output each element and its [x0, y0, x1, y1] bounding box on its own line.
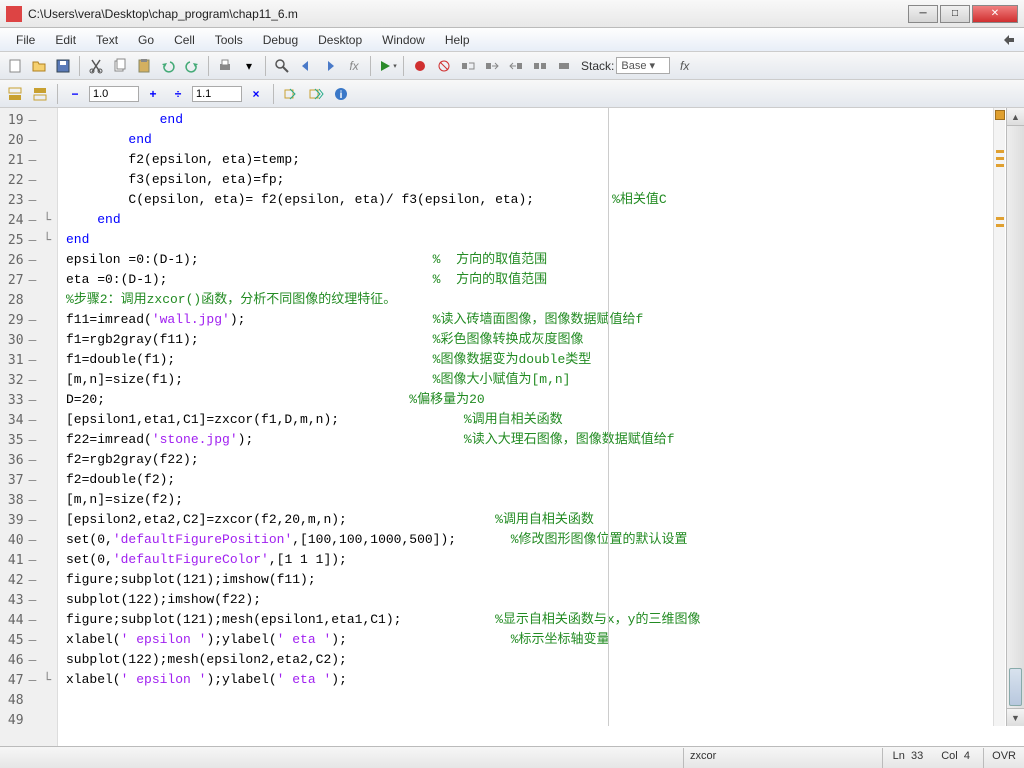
- menu-help[interactable]: Help: [437, 31, 478, 49]
- menu-edit[interactable]: Edit: [47, 31, 84, 49]
- breakpoint-clear-icon[interactable]: [433, 55, 455, 77]
- redo-icon[interactable]: [181, 55, 203, 77]
- find-icon[interactable]: [271, 55, 293, 77]
- status-ovr: OVR: [983, 748, 1024, 768]
- save-icon[interactable]: [52, 55, 74, 77]
- menu-cell[interactable]: Cell: [166, 31, 203, 49]
- open-icon[interactable]: [28, 55, 50, 77]
- titlebar: C:\Users\vera\Desktop\chap_program\chap1…: [0, 0, 1024, 28]
- status-function: zxcor: [683, 748, 833, 768]
- vertical-scrollbar[interactable]: ▲ ▼: [1006, 108, 1024, 726]
- goto-fwd-icon[interactable]: [319, 55, 341, 77]
- times-icon[interactable]: ×: [245, 83, 267, 105]
- new-icon[interactable]: [4, 55, 26, 77]
- status-line-label: Ln 33: [893, 750, 924, 766]
- paste-icon[interactable]: [133, 55, 155, 77]
- menubar: File Edit Text Go Cell Tools Debug Deskt…: [0, 28, 1024, 52]
- print-margin: [608, 108, 609, 726]
- svg-text:i: i: [340, 90, 343, 101]
- function-browser-icon[interactable]: fx: [680, 59, 689, 73]
- exit-debug-icon[interactable]: [553, 55, 575, 77]
- scroll-thumb[interactable]: [1009, 668, 1022, 706]
- stack-select[interactable]: Base ▾: [616, 57, 670, 74]
- printpreview-icon[interactable]: ▾: [238, 55, 260, 77]
- toolbar-cell: − + ÷ × i: [0, 80, 1024, 108]
- stack-label: Stack:: [581, 59, 614, 73]
- plus-icon[interactable]: +: [142, 83, 164, 105]
- message-strip: [993, 108, 1005, 726]
- breakpoint-set-icon[interactable]: [409, 55, 431, 77]
- menu-tools[interactable]: Tools: [207, 31, 251, 49]
- print-icon[interactable]: [214, 55, 236, 77]
- menu-file[interactable]: File: [8, 31, 43, 49]
- minimize-button[interactable]: ─: [908, 5, 938, 23]
- code-area[interactable]: end end f2(epsilon, eta)=temp; f3(epsilo…: [58, 108, 1024, 746]
- step-icon[interactable]: [457, 55, 479, 77]
- minus-icon[interactable]: −: [64, 83, 86, 105]
- app-icon: [6, 6, 22, 22]
- menu-text[interactable]: Text: [88, 31, 126, 49]
- function-hint-icon[interactable]: fx: [343, 55, 365, 77]
- toolbar-main: ▾ fx ▾ Stack: Base ▾ fx: [0, 52, 1024, 80]
- info-icon[interactable]: i: [330, 83, 352, 105]
- gutter[interactable]: 19—20—21—22—23—24—└25—└26—27—2829—30—31—…: [0, 108, 58, 746]
- status-col-label: Col 4: [941, 750, 970, 766]
- undo-icon[interactable]: [157, 55, 179, 77]
- decrement-field[interactable]: [89, 86, 139, 102]
- goto-back-icon[interactable]: [295, 55, 317, 77]
- close-button[interactable]: ✕: [972, 5, 1018, 23]
- undock-icon[interactable]: [1002, 33, 1016, 47]
- run-icon[interactable]: ▾: [376, 55, 398, 77]
- statusbar: zxcor Ln 33 Col 4 OVR: [0, 746, 1024, 768]
- scroll-down-icon[interactable]: ▼: [1007, 708, 1024, 726]
- menu-window[interactable]: Window: [374, 31, 433, 49]
- copy-icon[interactable]: [109, 55, 131, 77]
- step-out-icon[interactable]: [505, 55, 527, 77]
- cell-insert-above-icon[interactable]: [4, 83, 26, 105]
- cut-icon[interactable]: [85, 55, 107, 77]
- multiply-field[interactable]: [192, 86, 242, 102]
- maximize-button[interactable]: □: [940, 5, 970, 23]
- menu-go[interactable]: Go: [130, 31, 162, 49]
- scroll-up-icon[interactable]: ▲: [1007, 108, 1024, 126]
- continue-icon[interactable]: [529, 55, 551, 77]
- divide-icon[interactable]: ÷: [167, 83, 189, 105]
- eval-cell-advance-icon[interactable]: [305, 83, 327, 105]
- step-in-icon[interactable]: [481, 55, 503, 77]
- window-title: C:\Users\vera\Desktop\chap_program\chap1…: [28, 7, 908, 21]
- cell-insert-below-icon[interactable]: [29, 83, 51, 105]
- eval-cell-icon[interactable]: [280, 83, 302, 105]
- menu-desktop[interactable]: Desktop: [310, 31, 370, 49]
- menu-debug[interactable]: Debug: [255, 31, 306, 49]
